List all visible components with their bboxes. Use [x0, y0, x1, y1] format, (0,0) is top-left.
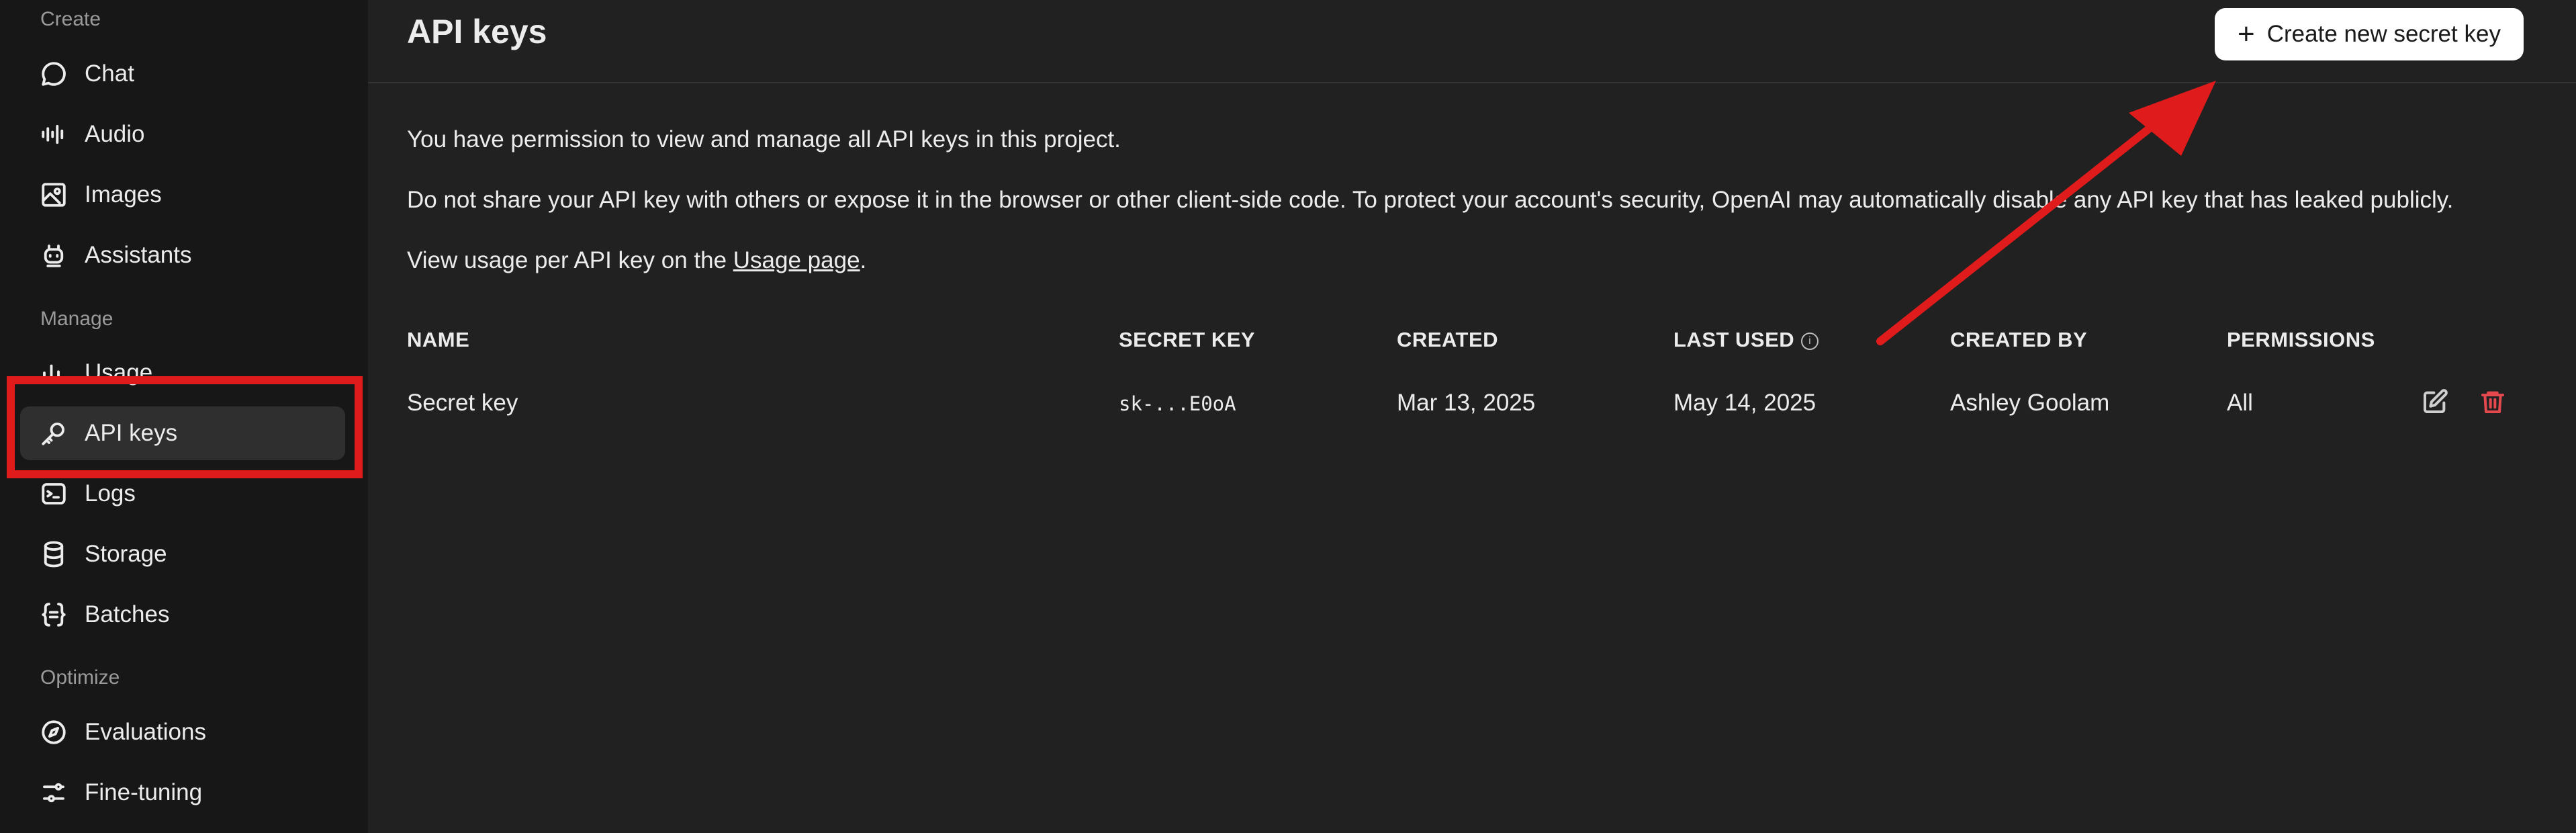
usage-page-link[interactable]: Usage page: [733, 247, 860, 273]
sidebar-item-chat[interactable]: Chat: [20, 47, 345, 101]
sidebar-item-label: Chat: [85, 60, 134, 87]
column-header-secret-key: SECRET KEY: [1119, 328, 1256, 351]
create-button-label: Create new secret key: [2266, 21, 2501, 47]
column-header-created-by: CREATED BY: [1950, 328, 2088, 351]
cell-created: Mar 13, 2025: [1397, 390, 1536, 416]
braces-icon: [39, 600, 68, 629]
sidebar-item-label: Audio: [85, 121, 145, 147]
edit-icon: [2424, 389, 2448, 413]
cell-created-by: Ashley Goolam: [1950, 390, 2110, 416]
section-label-create: Create: [40, 8, 101, 30]
sidebar-item-label: Evaluations: [85, 719, 206, 745]
sidebar-item-assistants[interactable]: Assistants: [20, 228, 345, 282]
info-icon[interactable]: i: [1801, 332, 1819, 350]
sidebar-item-label: Batches: [85, 601, 170, 627]
usage-text-prefix: View usage per API key on the: [407, 247, 733, 273]
header: API keys + Create new secret key: [368, 0, 2576, 83]
plus-icon: +: [2238, 17, 2255, 50]
security-warning-text: Do not share your API key with others or…: [407, 187, 2454, 213]
robot-icon: [39, 240, 68, 270]
compass-icon: [39, 717, 68, 747]
section-label-optimize: Optimize: [40, 666, 120, 689]
annotation-highlight-box: [7, 376, 363, 478]
sidebar-item-storage[interactable]: Storage: [20, 527, 345, 581]
sidebar-item-audio[interactable]: Audio: [20, 107, 345, 161]
sidebar: Create Chat Audio Images Assistants Mana…: [0, 0, 368, 833]
sidebar-item-evaluations[interactable]: Evaluations: [20, 705, 345, 759]
main-content: API keys + Create new secret key You hav…: [368, 0, 2576, 833]
column-header-permissions: PERMISSIONS: [2227, 328, 2375, 351]
usage-text-suffix: .: [860, 247, 867, 273]
column-header-created: CREATED: [1397, 328, 1499, 351]
sidebar-item-label: Logs: [85, 480, 136, 507]
trash-icon: [2481, 391, 2504, 413]
usage-text: View usage per API key on the Usage page…: [407, 247, 866, 274]
cell-name: Secret key: [407, 390, 518, 416]
audio-wave-icon: [39, 120, 68, 149]
edit-key-button[interactable]: [2422, 388, 2451, 418]
sidebar-item-fine-tuning[interactable]: Fine-tuning: [20, 766, 345, 820]
sliders-icon: [39, 778, 68, 807]
column-header-last-used-label: LAST USED: [1673, 328, 1795, 351]
sidebar-item-batches[interactable]: Batches: [20, 588, 345, 642]
sidebar-item-label: Storage: [85, 541, 167, 567]
image-icon: [39, 180, 68, 210]
sidebar-item-label: Images: [85, 181, 162, 208]
sidebar-item-label: Fine-tuning: [85, 779, 203, 805]
column-header-last-used: LAST USED i: [1673, 328, 1819, 352]
column-header-name: NAME: [407, 328, 470, 351]
page-title: API keys: [407, 13, 547, 50]
sidebar-item-label: Assistants: [85, 242, 192, 268]
terminal-icon: [39, 479, 68, 509]
permission-text: You have permission to view and manage a…: [407, 126, 1121, 152]
create-new-secret-key-button[interactable]: + Create new secret key: [2215, 8, 2524, 60]
cell-permissions: All: [2227, 390, 2253, 416]
cell-last-used: May 14, 2025: [1673, 390, 1816, 416]
database-icon: [39, 539, 68, 569]
chat-bubble-icon: [39, 59, 68, 89]
delete-key-button[interactable]: [2479, 388, 2509, 418]
section-label-manage: Manage: [40, 308, 113, 330]
sidebar-item-images[interactable]: Images: [20, 168, 345, 222]
cell-secret-key: sk-...E0oA: [1119, 392, 1236, 415]
